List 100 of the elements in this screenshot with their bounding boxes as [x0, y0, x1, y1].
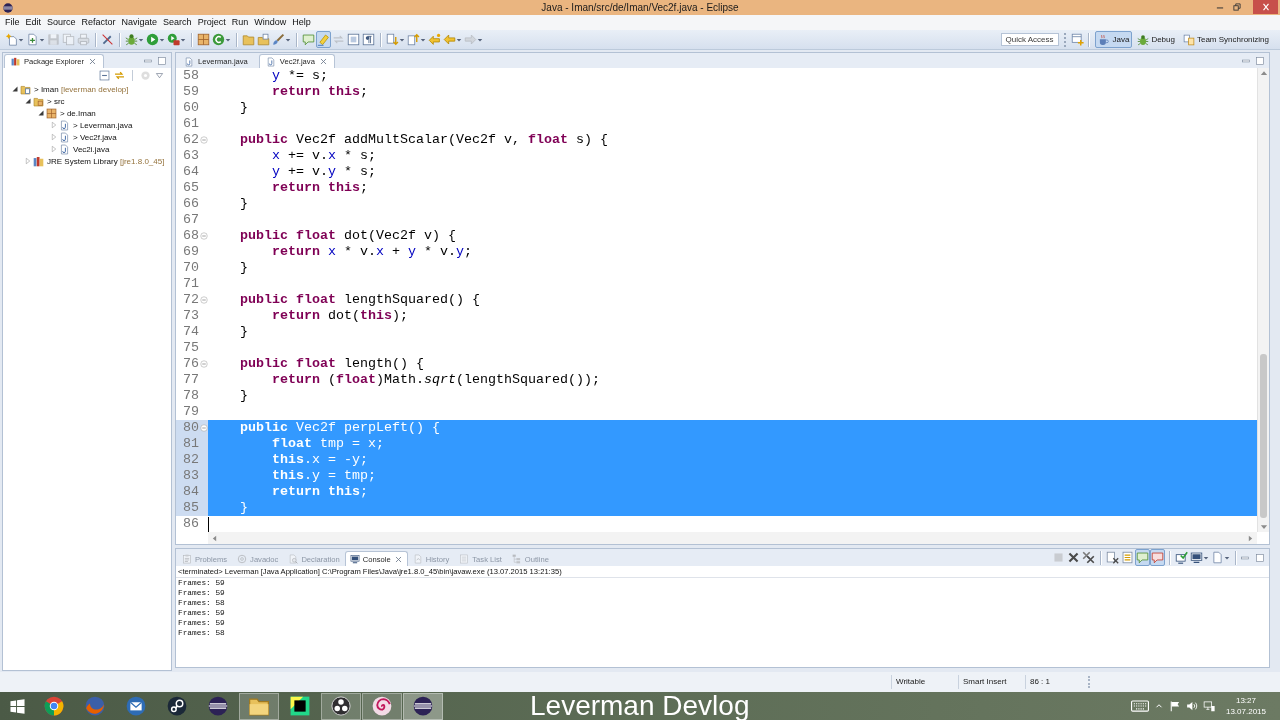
flag-icon[interactable] — [1168, 700, 1181, 712]
close-icon[interactable] — [87, 57, 97, 66]
books-icon — [33, 155, 44, 167]
code-line: this.y = tmp; — [272, 468, 376, 484]
line-number: 59 — [182, 84, 200, 100]
line-number: 77 — [182, 372, 200, 388]
striped-circle-icon — [413, 696, 433, 716]
collapsed-arrow-icon[interactable] — [50, 145, 58, 153]
scrollbar-thumb[interactable] — [1260, 354, 1267, 518]
toolbar-button[interactable] — [25, 31, 46, 48]
code-line: return x * v.x + y * v.y; — [272, 244, 472, 260]
arrow-right-icon[interactable] — [1246, 533, 1255, 543]
code-line: } — [240, 388, 248, 404]
folder-page-icon — [20, 83, 31, 95]
spiral-circle-icon — [372, 696, 392, 716]
maximize-icon[interactable] — [1255, 55, 1265, 66]
code-line: float tmp = x; — [272, 436, 384, 452]
four-panes-icon — [9, 698, 25, 714]
close-icon[interactable] — [393, 554, 403, 564]
speaker-icon[interactable] — [1185, 700, 1198, 712]
status-text: Writable — [891, 675, 958, 689]
toolbar-button[interactable] — [166, 31, 187, 48]
toolbar-button[interactable] — [271, 31, 292, 48]
tree-item[interactable]: > Iman [leverman develop] — [3, 83, 171, 95]
minus-circle-icon[interactable] — [200, 296, 208, 304]
minus-circle-icon[interactable] — [200, 360, 208, 368]
minus-circle-icon[interactable] — [200, 136, 208, 144]
minus-box-icon[interactable] — [99, 70, 110, 81]
link-arrows-icon[interactable] — [114, 70, 125, 81]
close-button[interactable] — [1253, 0, 1278, 14]
menu-item[interactable]: Edit — [22, 16, 45, 29]
tree-item[interactable]: > de.Iman — [3, 107, 171, 119]
line-number: 81 — [182, 436, 200, 452]
toolbar-button[interactable] — [124, 31, 145, 48]
menu-item[interactable]: Window — [251, 16, 290, 29]
two-pages-icon — [1182, 33, 1195, 46]
line-number: 60 — [182, 100, 200, 116]
tree-item[interactable]: > Vec2f.java — [3, 131, 171, 143]
menu-item[interactable]: Navigate — [118, 16, 161, 29]
code-line: return this; — [272, 484, 368, 500]
page-magnifier-icon — [288, 554, 299, 564]
window-plus-icon[interactable] — [1071, 33, 1085, 46]
line-number: 62 — [182, 132, 200, 148]
line-number: 82 — [182, 452, 200, 468]
code-line: return this; — [272, 180, 368, 196]
tree-item[interactable]: JRE System Library [jre1.8.0_45] — [3, 155, 171, 167]
network-icon[interactable] — [1202, 700, 1215, 712]
envelope-circle-icon — [126, 696, 146, 716]
code-line: return this; — [272, 84, 368, 100]
line-number: 76 — [182, 356, 200, 372]
code-line: return dot(this); — [272, 308, 408, 324]
expanded-arrow-icon[interactable] — [37, 109, 45, 117]
triangle-down-icon[interactable] — [155, 71, 164, 80]
toolbar-button[interactable] — [1189, 549, 1210, 566]
perspective-button[interactable]: Team Synchronizing — [1179, 31, 1272, 48]
keyboard-icon[interactable] — [1130, 697, 1149, 715]
minus-circle-icon[interactable] — [200, 424, 208, 432]
list-icon — [459, 554, 470, 564]
expanded-arrow-icon[interactable] — [24, 97, 32, 105]
collapsed-arrow-icon[interactable] — [24, 157, 32, 165]
tree-list-icon — [511, 554, 522, 564]
segmented-circle-icon — [44, 696, 64, 716]
close-icon — [1260, 2, 1271, 12]
code-line: } — [240, 324, 248, 340]
menu-item[interactable]: Search — [160, 16, 195, 29]
tree-item[interactable]: > Leverman.java — [3, 119, 171, 131]
taskbar-button[interactable] — [321, 692, 361, 720]
toolbar-button[interactable] — [211, 31, 232, 48]
line-number: 58 — [182, 68, 200, 84]
quick-access-field[interactable]: Quick Access — [1001, 33, 1060, 46]
menu-item[interactable]: Project — [194, 16, 229, 29]
code-line: } — [240, 100, 248, 116]
cup-icon — [1098, 33, 1111, 46]
code-line: } — [240, 260, 248, 276]
striped-circle-icon[interactable] — [3, 2, 13, 13]
maximize-icon[interactable] — [157, 55, 167, 66]
window-title: Java - Iman/src/de/Iman/Vec2f.java - Eclipse — [541, 2, 739, 13]
maximize-icon[interactable] — [1255, 552, 1265, 563]
vertical-scrollbar[interactable] — [1257, 68, 1269, 532]
taskbar-button[interactable] — [403, 692, 443, 720]
menu-item[interactable]: Run — [228, 16, 252, 29]
menu-item[interactable]: Source — [44, 16, 79, 29]
menu-item[interactable]: Refactor — [78, 16, 119, 29]
tree-item[interactable]: > src — [3, 95, 171, 107]
collapsed-arrow-icon[interactable] — [50, 133, 58, 141]
close-icon[interactable] — [318, 57, 328, 66]
menu-item[interactable]: Help — [289, 16, 314, 29]
expanded-arrow-icon[interactable] — [11, 85, 19, 93]
perspective-button[interactable]: Debug — [1134, 31, 1178, 48]
line-number: 69 — [182, 244, 200, 260]
tree-item[interactable]: Vec2i.java — [3, 143, 171, 155]
three-dot-circle-icon — [331, 696, 351, 716]
code-line: y *= s; — [272, 68, 328, 84]
perspective-button[interactable]: Java — [1095, 31, 1133, 48]
horizontal-scrollbar[interactable] — [208, 532, 1257, 544]
menu-item[interactable]: File — [2, 16, 23, 29]
ring-icon — [237, 554, 248, 564]
minus-circle-icon[interactable] — [200, 232, 208, 240]
collapsed-arrow-icon[interactable] — [50, 121, 58, 129]
arrow-left-icon[interactable] — [210, 533, 219, 543]
